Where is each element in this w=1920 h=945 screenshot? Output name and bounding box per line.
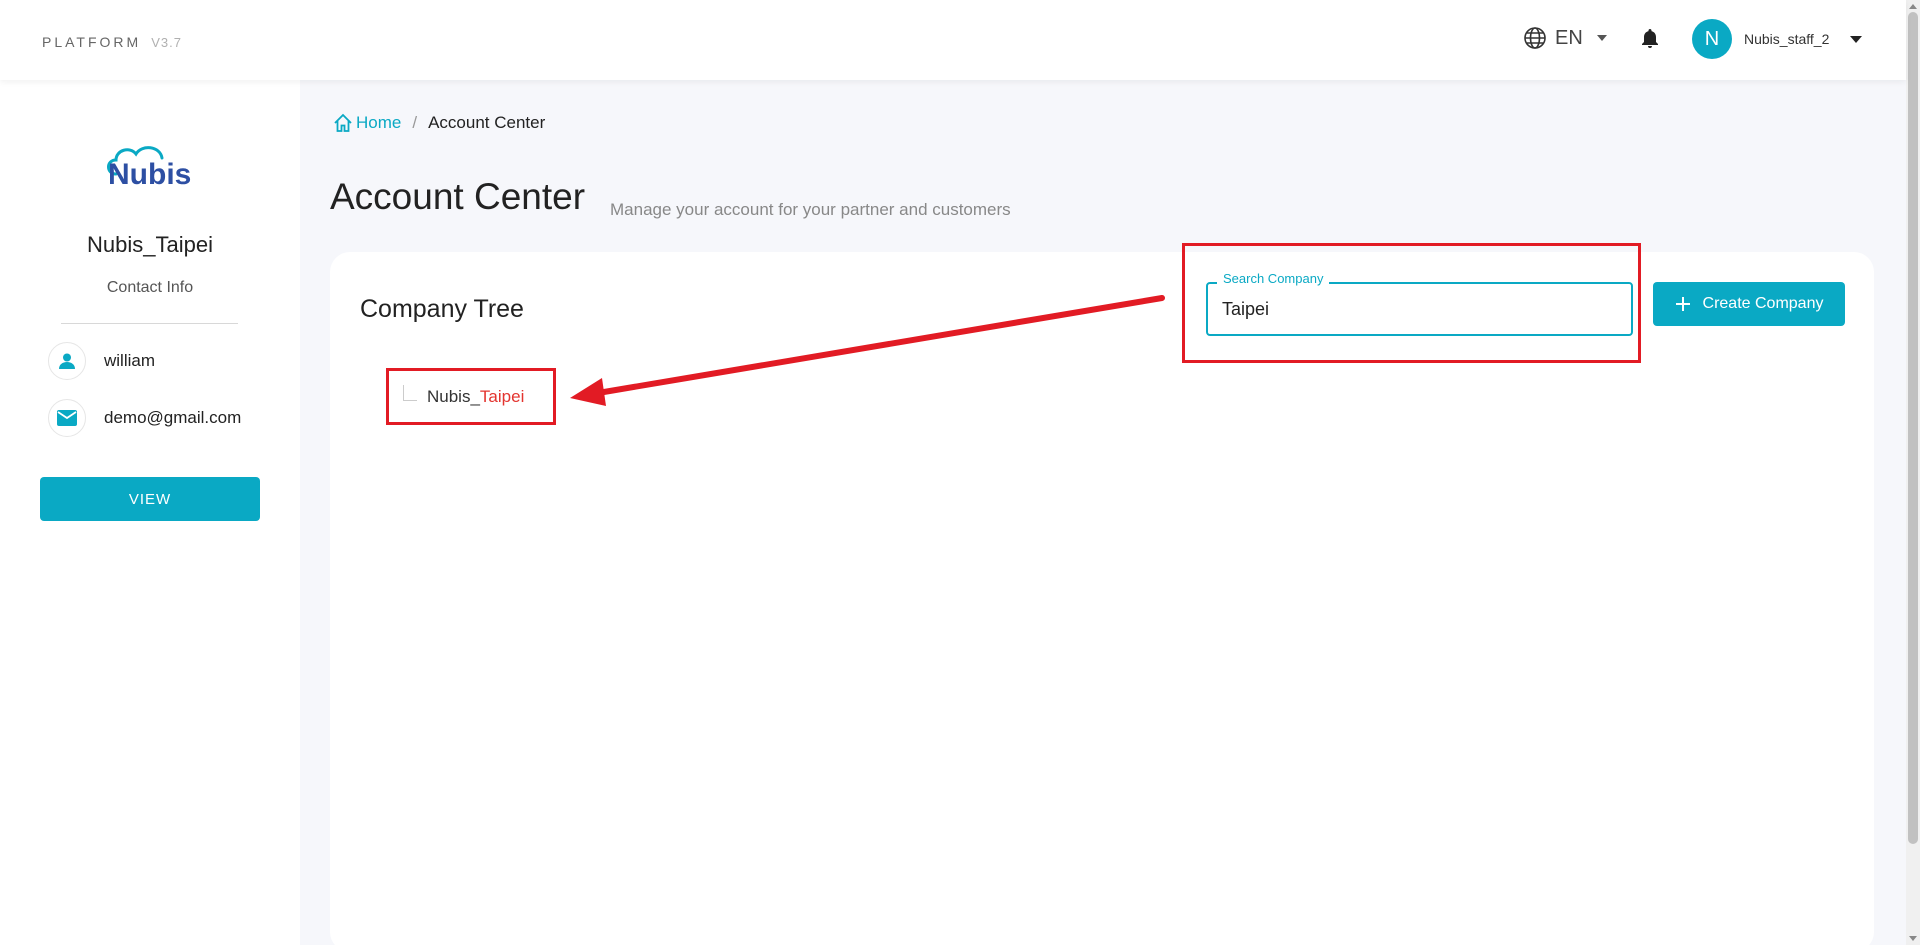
chevron-down-icon xyxy=(1596,35,1607,41)
bell-icon xyxy=(1642,29,1658,48)
version-label: V3.7 xyxy=(151,35,182,50)
brand-name: PLATFORM xyxy=(42,34,142,50)
language-selector[interactable]: EN xyxy=(1523,26,1607,50)
brand: PLATFORM V3.7 xyxy=(42,34,182,50)
avatar[interactable]: N xyxy=(1692,19,1732,59)
user-menu-chevron-icon[interactable] xyxy=(1850,36,1862,43)
top-bar: PLATFORM V3.7 EN N Nubis_staff_2 xyxy=(0,0,1906,80)
notification-button[interactable] xyxy=(1640,28,1660,55)
globe-icon xyxy=(1524,27,1546,49)
language-label: EN xyxy=(1555,26,1583,49)
annotation-arrow xyxy=(570,295,1165,406)
username[interactable]: Nubis_staff_2 xyxy=(1744,31,1829,47)
